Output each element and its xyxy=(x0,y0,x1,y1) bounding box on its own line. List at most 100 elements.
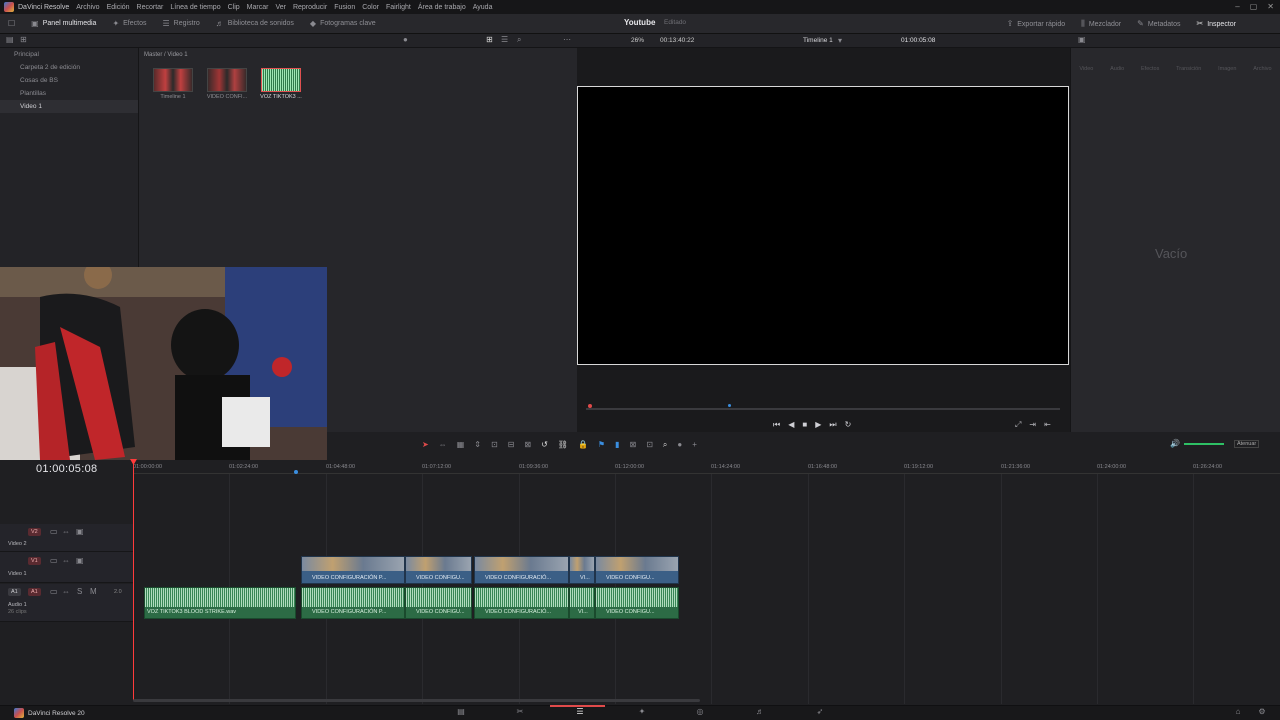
skip-end-icon[interactable]: ⏭ xyxy=(829,420,836,430)
track-lock-icon[interactable]: ▭ xyxy=(50,528,58,536)
audio-clip[interactable]: VIDEO CONFIGU... xyxy=(595,587,679,619)
track-autoselect-icon[interactable]: ⇔ xyxy=(62,557,70,565)
track-visibility-icon[interactable]: ▣ xyxy=(76,528,84,536)
trim-tool-icon[interactable]: ⇔ xyxy=(439,441,447,449)
blade-tool-icon[interactable]: ▦ xyxy=(457,441,465,449)
bin-plantillas[interactable]: Plantillas xyxy=(0,87,138,100)
maximize-icon[interactable]: ▢ xyxy=(1250,2,1258,11)
inspector-tab-transition[interactable]: Transición xyxy=(1176,66,1201,72)
inspector-tab-video[interactable]: Video xyxy=(1079,66,1093,72)
menu-ver[interactable]: Ver xyxy=(275,4,286,11)
page-deliver-icon[interactable]: ➶ xyxy=(810,707,830,717)
snapping-icon[interactable]: ↺ xyxy=(541,441,548,449)
home-icon[interactable]: ⌂ xyxy=(1228,707,1248,717)
skip-start-icon[interactable]: ⏮ xyxy=(773,420,780,430)
loop-icon[interactable]: ↻ xyxy=(845,420,852,430)
menu-area-de-trabajo[interactable]: Área de trabajo xyxy=(418,4,466,11)
fullscreen-icon[interactable]: ⤢ xyxy=(1015,420,1021,430)
menu-ayuda[interactable]: Ayuda xyxy=(473,4,493,11)
list-view-icon[interactable]: ☰ xyxy=(501,36,508,44)
inspector-tab-image[interactable]: Imagen xyxy=(1218,66,1236,72)
track-lock-icon[interactable]: ▭ xyxy=(50,588,58,596)
audio-clip[interactable]: VIDEO CONFIGU... xyxy=(405,587,472,619)
track-a1-source-badge[interactable]: A1 xyxy=(8,588,21,596)
inspector-tab-file[interactable]: Archivo xyxy=(1253,66,1271,72)
tab-mixer[interactable]: ⫼ Mezclador xyxy=(1073,14,1129,34)
stop-icon[interactable]: ■ xyxy=(802,420,807,430)
viewer-options-icon[interactable]: ▣ xyxy=(1078,36,1086,44)
mark-out-icon[interactable]: ⇤ xyxy=(1044,420,1051,430)
timeline-selector[interactable]: Timeline 1 xyxy=(803,37,833,44)
audio-clip[interactable]: VOZ TIKTOK3 BLOOD STRIKE.wav xyxy=(144,587,296,619)
zoom-slider-handle-icon[interactable]: ● xyxy=(677,441,682,449)
page-media-icon[interactable]: ▤ xyxy=(451,707,471,717)
track-lock-icon[interactable]: ▭ xyxy=(50,557,58,565)
media-clip-timeline[interactable]: Timeline 1 xyxy=(148,68,198,100)
selection-tool-icon[interactable]: ➤ xyxy=(422,441,429,449)
viewer-canvas[interactable] xyxy=(577,86,1069,365)
tab-sound-library[interactable]: ♬ Biblioteca de sonidos xyxy=(208,14,302,34)
zoom-slider-icon[interactable]: ● xyxy=(403,36,408,44)
settings-icon[interactable]: ⚙ xyxy=(1252,707,1272,717)
playhead[interactable] xyxy=(133,460,134,700)
tab-metadata[interactable]: ✎ Metadatos xyxy=(1129,14,1188,34)
grid-icon[interactable]: ⊞ xyxy=(20,36,27,44)
marker-icon[interactable]: ▮ xyxy=(615,441,619,449)
bin-video-1[interactable]: Video 1 xyxy=(0,100,138,113)
page-edit-icon[interactable]: ☰ xyxy=(570,707,590,717)
track-autoselect-icon[interactable]: ⇔ xyxy=(62,528,70,536)
minimize-icon[interactable]: – xyxy=(1235,2,1239,11)
timeline-scrollbar[interactable] xyxy=(133,699,700,702)
viewer-scrubber[interactable] xyxy=(586,408,1060,410)
menu-fairlight[interactable]: Fairlight xyxy=(386,4,411,11)
insert-clip-icon[interactable]: ⊡ xyxy=(491,441,498,449)
media-clip-voz-tiktok[interactable]: VOZ TIKTOK3 ... xyxy=(256,68,306,100)
close-icon[interactable]: ✕ xyxy=(1267,2,1274,11)
volume-slider[interactable] xyxy=(1183,443,1224,445)
menu-archivo[interactable]: Archivo xyxy=(76,4,99,11)
page-color-icon[interactable]: ◎ xyxy=(690,707,710,717)
audio-clip[interactable]: VIDEO CONFIGURACIÓ... xyxy=(474,587,569,619)
overwrite-clip-icon[interactable]: ⊟ xyxy=(508,441,515,449)
replace-clip-icon[interactable]: ⊠ xyxy=(524,441,531,449)
thumbnail-view-icon[interactable]: ⊞ xyxy=(486,36,493,44)
mark-in-icon[interactable]: ⇥ xyxy=(1029,420,1036,430)
tab-keyframes[interactable]: ◆ Fotogramas clave xyxy=(302,14,384,34)
audio-clip[interactable]: VIDEO CONFIGURACIÓN P... xyxy=(301,587,405,619)
inspector-tab-audio[interactable]: Audio xyxy=(1110,66,1124,72)
speaker-icon[interactable]: 🔊 xyxy=(1170,440,1180,448)
timeline-marker[interactable] xyxy=(294,470,298,474)
bin-principal[interactable]: Principal xyxy=(0,48,138,61)
menu-marcar[interactable]: Marcar xyxy=(247,4,269,11)
track-v1-badge[interactable]: V1 xyxy=(28,557,41,565)
page-fusion-icon[interactable]: ✦ xyxy=(632,707,652,717)
zoom-icon[interactable]: ⌕ xyxy=(663,441,667,449)
page-cut-icon[interactable]: ✂ xyxy=(510,707,530,717)
menu-clip[interactable]: Clip xyxy=(228,4,240,11)
page-fairlight-icon[interactable]: ♬ xyxy=(750,707,770,717)
toggle-panel-button[interactable]: ☐ xyxy=(0,14,23,34)
dynamic-trim-icon[interactable]: ⇕ xyxy=(474,441,481,449)
track-autoselect-icon[interactable]: ⇔ xyxy=(62,588,70,596)
track-v2-badge[interactable]: V2 xyxy=(28,528,41,536)
tab-effects[interactable]: ✦ Efectos xyxy=(104,14,154,34)
play-reverse-icon[interactable]: ◀ xyxy=(788,420,794,430)
flag-icon[interactable]: ⚑ xyxy=(598,441,605,449)
video-clip[interactable]: VIDEO CONFIGURACIÓ... xyxy=(474,556,569,584)
media-clip-video-config[interactable]: VIDEO CONFI... xyxy=(202,68,252,100)
video-clip[interactable]: VIDEO CONFIGU... xyxy=(405,556,472,584)
audio-clip[interactable]: VI... xyxy=(569,587,595,619)
tab-index[interactable]: ☰ Registro xyxy=(155,14,208,34)
mute-icon[interactable]: M xyxy=(90,588,97,596)
zoom-in-icon[interactable]: + xyxy=(692,441,697,449)
track-visibility-icon[interactable]: ▣ xyxy=(76,557,84,565)
menu-reproducir[interactable]: Reproducir xyxy=(293,4,327,11)
zoom-custom-icon[interactable]: ⊡ xyxy=(646,441,653,449)
play-icon[interactable]: ▶ xyxy=(815,420,821,430)
tab-inspector[interactable]: ✂ Inspector xyxy=(1189,14,1245,34)
solo-icon[interactable]: S xyxy=(77,588,82,596)
quick-export-button[interactable]: ⇪ Exportar rápido xyxy=(999,14,1074,34)
zoom-fit-icon[interactable]: ⊠ xyxy=(629,441,636,449)
inspector-tab-effects[interactable]: Efectos xyxy=(1141,66,1159,72)
video-clip[interactable]: VIDEO CONFIGURACIÓN P... xyxy=(301,556,405,584)
